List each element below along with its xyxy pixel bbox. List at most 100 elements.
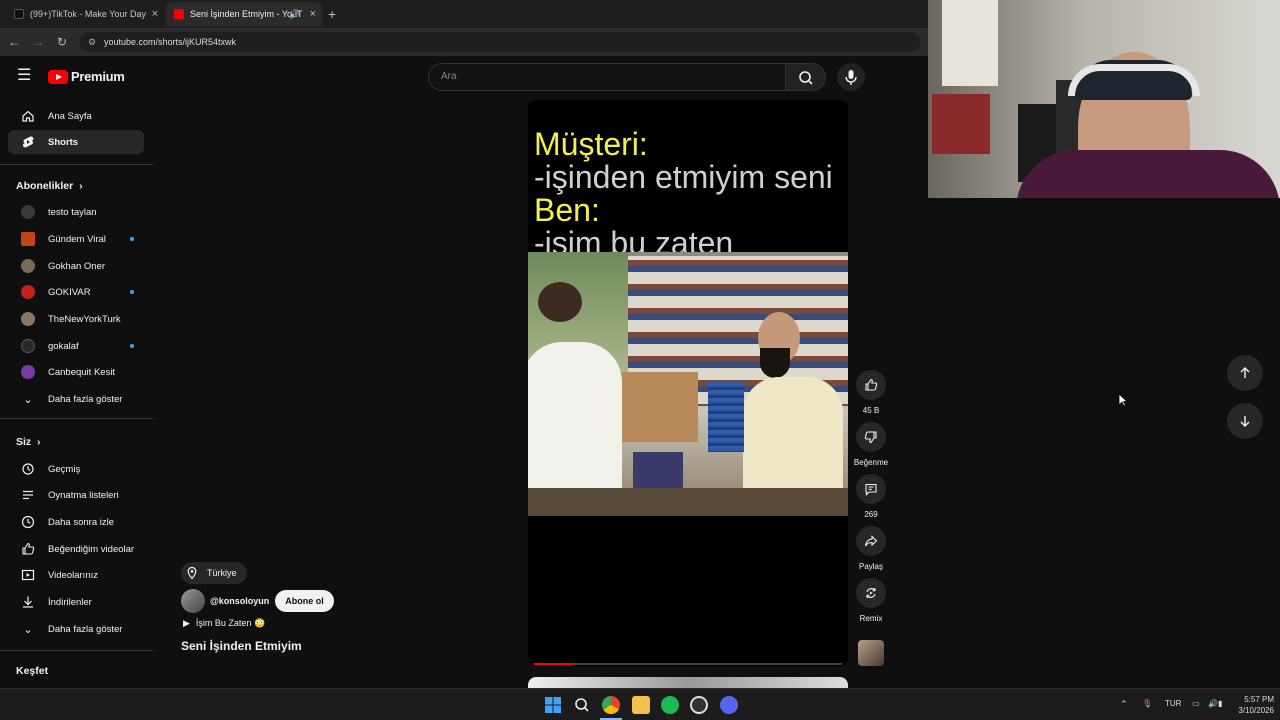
counter: [528, 488, 848, 516]
dislike-label: Beğenme: [853, 458, 889, 467]
channel-handle[interactable]: @konsoloyun: [210, 596, 269, 606]
microphone-icon[interactable]: 🎙: [1142, 699, 1152, 708]
avatar: [21, 339, 35, 353]
sidebar-item-home[interactable]: Ana Sayfa: [8, 104, 144, 128]
location-pin-icon: [187, 566, 197, 580]
person-beard: [760, 348, 790, 378]
sidebar-item-your-videos[interactable]: Videolarınız: [8, 563, 144, 587]
youtube-play-icon: [48, 69, 68, 84]
caption-line: Müşteri:: [534, 126, 648, 162]
language-indicator[interactable]: TUR: [1165, 699, 1181, 708]
shorts-player[interactable]: Müşteri: -işinden etmiyim seni Ben: -işi…: [528, 100, 848, 666]
spotify-icon[interactable]: [661, 696, 679, 714]
video-progress-bar[interactable]: [534, 663, 842, 665]
browser-toolbar: ← → ↻ ⚙ youtube.com/shorts/ijKUR54txwk: [0, 28, 928, 56]
close-tab-icon[interactable]: ×: [310, 8, 316, 20]
thumbs-down-icon: [864, 431, 877, 444]
dislike-button[interactable]: Beğenme: [854, 422, 888, 467]
like-count: 45 B: [862, 406, 880, 415]
next-short-preview[interactable]: [528, 677, 848, 688]
show-more-label: Daha fazla göster: [48, 623, 123, 635]
sidebar-item-subscription[interactable]: gokalaf: [8, 334, 144, 358]
video-icon: [21, 569, 35, 581]
mouse-cursor-icon: [1118, 393, 1128, 407]
sidebar-item-liked-videos[interactable]: Beğendiğim videolar: [8, 537, 144, 561]
poster: [932, 94, 990, 154]
discord-icon[interactable]: [720, 696, 738, 714]
sidebar-item-label: Ana Sayfa: [48, 110, 92, 122]
person-head: [538, 282, 582, 322]
new-content-dot: [130, 290, 134, 294]
sidebar-item-label: TheNewYorkTurk: [48, 313, 121, 325]
address-bar[interactable]: ⚙ youtube.com/shorts/ijKUR54txwk: [80, 32, 920, 52]
tray-overflow-icon[interactable]: ⌃: [1120, 699, 1128, 710]
share-label: Paylaş: [858, 562, 883, 571]
new-tab-button[interactable]: +: [328, 6, 336, 22]
youtube-logo[interactable]: Premium: [48, 69, 125, 84]
search-button[interactable]: [786, 63, 826, 91]
next-short-button[interactable]: [1227, 403, 1263, 439]
chevron-down-icon: ⌄: [23, 623, 33, 636]
share-button[interactable]: Paylaş: [856, 526, 886, 571]
you-header[interactable]: Siz ›: [16, 436, 41, 448]
subscribe-button[interactable]: Abone ol: [275, 590, 334, 612]
sidebar-item-label: Gokhan Oner: [48, 260, 106, 272]
back-button[interactable]: ←: [6, 35, 22, 49]
caption-line: Ben:: [534, 192, 600, 228]
tab-youtube-short[interactable]: Seni İşinden Etmiyim - YouT 🔊 ×: [166, 2, 322, 26]
sidebar-item-subscription[interactable]: Gokhan Oner: [8, 254, 144, 278]
game-box: [633, 452, 683, 492]
location-chip[interactable]: Türkiye: [181, 562, 247, 584]
site-info-icon[interactable]: ⚙: [88, 32, 96, 52]
search-icon[interactable]: [573, 696, 591, 714]
sidebar-item-subscription[interactable]: testo taylan: [8, 200, 144, 224]
reload-button[interactable]: ↻: [54, 35, 70, 49]
clock[interactable]: 5:57 PM 3/10/2026: [1228, 694, 1274, 716]
sound-thumbnail[interactable]: [858, 640, 884, 666]
sidebar-item-subscription[interactable]: TheNewYorkTurk: [8, 307, 144, 331]
close-tab-icon[interactable]: ×: [152, 8, 158, 20]
sidebar-item-watch-later[interactable]: Daha sonra izle: [8, 510, 144, 534]
volume-icon[interactable]: 🔊: [1208, 699, 1218, 708]
app-icon[interactable]: [690, 696, 708, 714]
sidebar-item-history[interactable]: Geçmiş: [8, 457, 144, 481]
search-input[interactable]: Ara: [428, 63, 786, 91]
tab-tiktok[interactable]: (99+)TikTok - Make Your Day ×: [6, 2, 164, 26]
network-icon[interactable]: ▭: [1192, 699, 1200, 708]
battery-icon[interactable]: ▮: [1218, 699, 1222, 708]
voice-search-button[interactable]: [837, 63, 865, 91]
like-button[interactable]: 45 B: [856, 370, 886, 415]
play-icon: ▶: [183, 618, 190, 628]
search-icon: [799, 71, 813, 85]
clock-date: 3/10/2026: [1238, 706, 1274, 715]
sidebar: Ana Sayfa Shorts Abonelikler › testo tay…: [0, 98, 153, 688]
windows-start-icon[interactable]: [544, 696, 562, 714]
comments-button[interactable]: 269: [856, 474, 886, 519]
menu-icon[interactable]: ☰: [17, 68, 31, 84]
channel-avatar[interactable]: [181, 589, 205, 613]
sidebar-item-subscription[interactable]: Gündem Viral: [8, 227, 144, 251]
sidebar-item-subscription[interactable]: GOKIVAR: [8, 280, 144, 304]
sidebar-item-downloads[interactable]: İndirilenler: [8, 590, 144, 614]
show-more-subscriptions[interactable]: ⌄ Daha fazla göster: [8, 387, 144, 411]
show-more-you[interactable]: ⌄ Daha fazla göster: [8, 617, 144, 641]
sidebar-item-subscription[interactable]: Canbequit Kesit: [8, 360, 144, 384]
youtube-icon: [174, 9, 184, 19]
remix-button[interactable]: Remix: [856, 578, 886, 623]
webcam-overlay: [928, 0, 1280, 198]
sidebar-item-playlists[interactable]: Oynatma listeleri: [8, 483, 144, 507]
chrome-icon[interactable]: [602, 696, 620, 714]
forward-button[interactable]: →: [30, 35, 46, 49]
explore-header: Keşfet: [16, 665, 49, 677]
channel-row: @konsoloyun Abone ol: [181, 589, 334, 613]
file-explorer-icon[interactable]: [632, 696, 650, 714]
subscriptions-header[interactable]: Abonelikler ›: [16, 180, 83, 192]
game-stack: [708, 382, 744, 452]
avatar: [21, 232, 35, 246]
streamer-shirt: [1016, 150, 1280, 198]
speaker-icon[interactable]: 🔊: [289, 9, 300, 20]
previous-short-button[interactable]: [1227, 355, 1263, 391]
sidebar-item-shorts[interactable]: Shorts: [8, 130, 144, 154]
sidebar-item-label: testo taylan: [48, 206, 97, 218]
sound-link[interactable]: ▶ İşim Bu Zaten 😳: [183, 618, 265, 629]
